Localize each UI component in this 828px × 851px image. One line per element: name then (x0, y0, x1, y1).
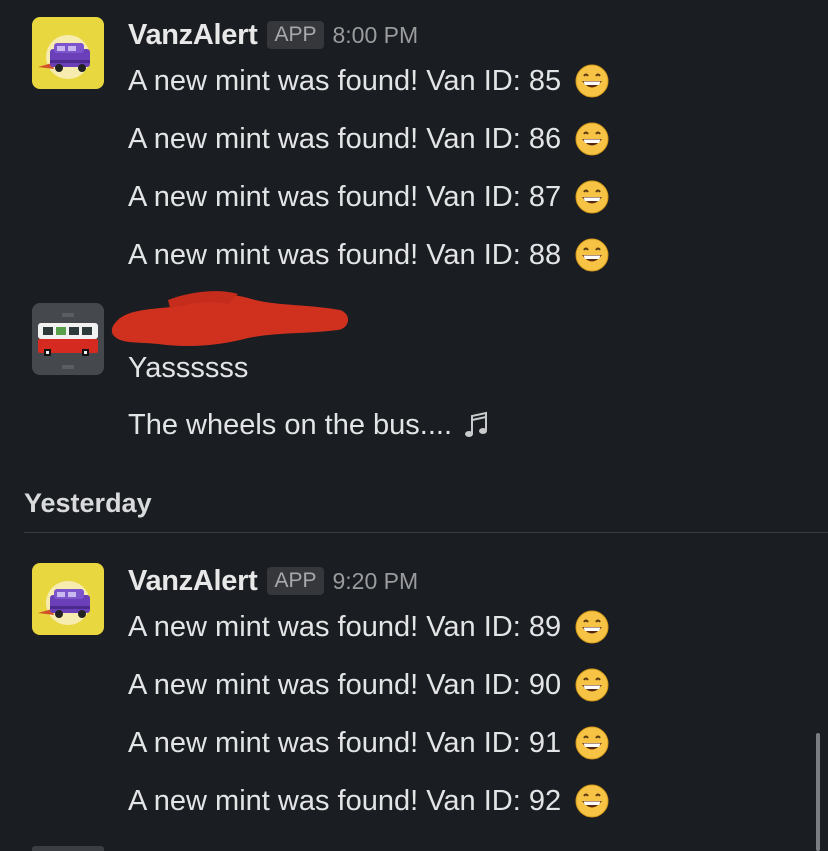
divider-line (24, 532, 828, 533)
message-text: A new mint was found! Van ID: 87 (128, 177, 609, 217)
app-badge: APP (267, 567, 324, 595)
message-text: A new mint was found! Van ID: 89 (128, 607, 609, 647)
message-body: A new mint was found! Van ID: 89 (128, 610, 562, 643)
grinning-face-icon (575, 180, 609, 214)
message-body: The wheels on the bus.... (128, 408, 453, 441)
message-body: A new mint was found! Van ID: 86 (128, 122, 562, 155)
message-header: VanzAlert APP 9:20 PM (128, 561, 418, 601)
day-divider-label[interactable]: Yesterday (24, 484, 828, 522)
chat-pane: VanzAlert APP 8:00 PM A new mint was fou… (0, 0, 828, 851)
message-body: A new mint was found! Van ID: 90 (128, 668, 562, 701)
day-divider: Yesterday (24, 484, 828, 533)
grinning-face-icon (575, 64, 609, 98)
message-text: A new mint was found! Van ID: 92 (128, 781, 609, 821)
message-text: A new mint was found! Van ID: 88 (128, 235, 609, 275)
van-logo-icon (32, 563, 104, 635)
message-body: A new mint was found! Van ID: 87 (128, 180, 562, 213)
message-body: Yassssss (128, 351, 249, 384)
grinning-face-icon (575, 122, 609, 156)
sender-name[interactable]: VanzAlert (128, 19, 258, 52)
bus-icon (32, 303, 104, 375)
app-badge: APP (267, 21, 324, 49)
vanzalert-avatar[interactable] (32, 17, 104, 89)
message-body: A new mint was found! Van ID: 85 (128, 64, 562, 97)
message-text: A new mint was found! Van ID: 85 (128, 61, 609, 101)
message-text: A new mint was found! Van ID: 91 (128, 723, 609, 763)
message-body: A new mint was found! Van ID: 92 (128, 784, 562, 817)
grinning-face-icon (575, 784, 609, 818)
message-body: A new mint was found! Van ID: 91 (128, 726, 562, 759)
grinning-face-icon (575, 238, 609, 272)
timestamp[interactable]: 8:00 PM (333, 22, 419, 49)
vanzalert-avatar[interactable] (32, 563, 104, 635)
user-avatar[interactable] (32, 303, 104, 375)
grinning-face-icon (575, 726, 609, 760)
next-avatar-fragment (32, 846, 104, 851)
van-logo-icon (32, 17, 104, 89)
music-notes-icon (462, 408, 496, 442)
redacted-sender-name (108, 288, 352, 354)
message-text: A new mint was found! Van ID: 86 (128, 119, 609, 159)
scrollbar[interactable] (816, 733, 820, 851)
message-text: A new mint was found! Van ID: 90 (128, 665, 609, 705)
grinning-face-icon (575, 610, 609, 644)
message-text: Yassssss (128, 348, 248, 388)
message-text: The wheels on the bus.... (128, 405, 496, 445)
message-body: A new mint was found! Van ID: 88 (128, 238, 562, 271)
timestamp[interactable]: 9:20 PM (333, 568, 419, 595)
grinning-face-icon (575, 668, 609, 702)
message-header: VanzAlert APP 8:00 PM (128, 15, 418, 55)
sender-name[interactable]: VanzAlert (128, 565, 258, 598)
